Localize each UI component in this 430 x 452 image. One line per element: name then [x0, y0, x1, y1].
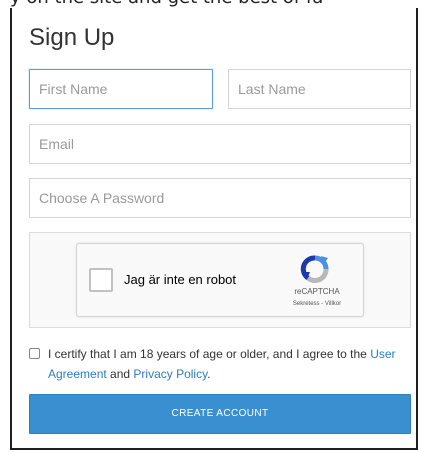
captcha-container: Jag är inte en robot reCAPTCHA Sekretess… [29, 232, 411, 328]
recaptcha-checkbox[interactable] [89, 268, 113, 292]
terms-checkbox[interactable] [29, 348, 40, 359]
last-name-input[interactable] [228, 69, 411, 109]
create-account-button[interactable]: CREATE ACCOUNT [29, 394, 411, 434]
privacy-policy-link[interactable]: Privacy Policy [133, 367, 207, 381]
terms-text-middle: and [106, 367, 134, 381]
terms-text: I certify that I am 18 years of age or o… [29, 344, 414, 384]
recaptcha-widget: Jag är inte en robot reCAPTCHA Sekretess… [76, 243, 364, 317]
terms-agreement: I certify that I am 18 years of age or o… [29, 344, 414, 384]
terms-text-before: I certify that I am 18 years of age or o… [48, 347, 371, 361]
page-title: Sign Up [29, 24, 115, 51]
recaptcha-privacy-link[interactable]: Sekretess [293, 301, 320, 307]
password-input[interactable] [29, 178, 411, 218]
recaptcha-links: Sekretess - Villkor [282, 301, 352, 307]
cutoff-text: y on the site and get the best of fa [10, 0, 323, 8]
first-name-input[interactable] [29, 69, 213, 109]
recaptcha-brand: reCAPTCHA [294, 287, 340, 296]
partially-visible-heading: y on the site and get the best of fa [0, 0, 430, 8]
recaptcha-label: Jag är inte en robot [124, 272, 237, 287]
signup-card: Sign Up Jag är inte en robot reCAPTCHA S… [10, 8, 418, 450]
terms-text-after: . [207, 367, 211, 381]
email-input[interactable] [29, 124, 411, 164]
recaptcha-terms-link[interactable]: Villkor [325, 301, 341, 307]
recaptcha-logo-icon [300, 255, 329, 284]
